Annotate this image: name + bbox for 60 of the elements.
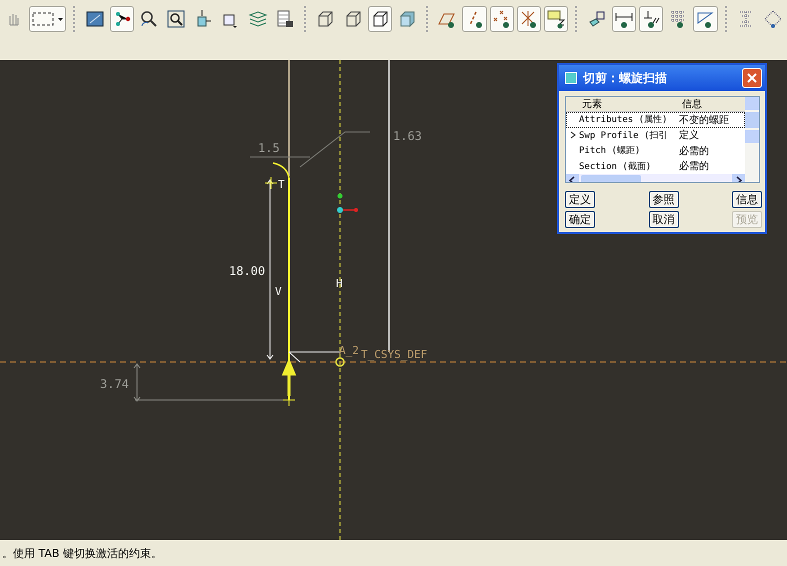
toolbar-button[interactable] [544,6,568,32]
dialog-title: 切剪：螺旋扫描 [583,70,668,86]
dialog-button[interactable]: 定义 [565,191,595,208]
sketch-label: V [275,285,282,298]
sketch-label: 1.5 [258,141,280,155]
window-icon [565,72,577,84]
sketch-label: T [278,178,285,191]
column-header[interactable]: 信息 [678,97,702,111]
magnifier-icon [166,9,186,29]
column-header[interactable]: 元素 [566,97,678,111]
diamond-icon [762,9,783,29]
toolbar-button[interactable] [29,6,66,32]
perpendicular-icon [641,9,661,29]
solid-cube-icon [397,9,418,29]
coordinate-axis-icon [337,207,358,213]
element-info: 不变的螺距 [679,114,729,127]
sketch-label: 3.74 [100,377,129,391]
table-icon [275,9,296,29]
list-row[interactable]: Attributes (属性) 不变的螺距 [566,112,745,128]
cross-marks-icon [492,9,512,29]
sketch-line [288,352,340,362]
copy-icon [586,9,607,29]
sketch-label: A_2 [339,344,359,357]
close-icon [747,73,757,83]
element-name: Swp Profile (扫引 [579,130,668,142]
monitor-icon [84,9,105,29]
status-message: 。使用 TAB 键切换激活的约束。 [2,546,162,560]
element-info: 必需的 [679,144,709,158]
sketch-label: 1.63 [393,129,422,143]
dialog-button[interactable]: 参照 [648,191,678,208]
toolbar-button[interactable] [516,6,542,32]
toolbar-button[interactable] [490,6,514,32]
sketch-label: T_CSYS_DEF [361,348,428,361]
vertical-scrollbar[interactable] [745,97,759,182]
profile-arc [272,162,290,178]
element-info: 定义 [679,128,699,142]
element-name: Attributes (属性) [579,114,668,126]
toolbar-button[interactable] [693,6,718,32]
dialog-button[interactable]: 取消 [648,211,678,228]
list-row[interactable]: Swp Profile (扫引 定义 [566,128,745,143]
toolbar-button[interactable] [638,6,664,32]
close-button[interactable] [742,68,762,88]
element-name: Pitch (螺距) [579,144,642,158]
toolbar-button[interactable] [368,6,392,32]
layers-icon [248,9,268,29]
toolbar-button[interactable] [612,6,636,32]
list-row[interactable]: Section (截面) 必需的 [566,158,745,174]
element-name: Section (截面) [579,160,652,173]
sketch-label: 18.00 [229,264,266,278]
rectangle-icon [546,9,566,29]
list-row[interactable]: Pitch (螺距) 必需的 [566,143,745,158]
toolbar-button[interactable] [110,6,134,32]
sketch-label: H [336,277,343,290]
toolbar-button[interactable] [462,6,487,32]
element-info: 必需的 [679,160,709,174]
dialog-button[interactable]: 信息 [732,191,762,208]
dialog-button[interactable]: 确定 [565,211,595,228]
gear-magnifier-icon [139,9,160,29]
origin-marker [335,357,345,367]
arrow [282,358,296,398]
